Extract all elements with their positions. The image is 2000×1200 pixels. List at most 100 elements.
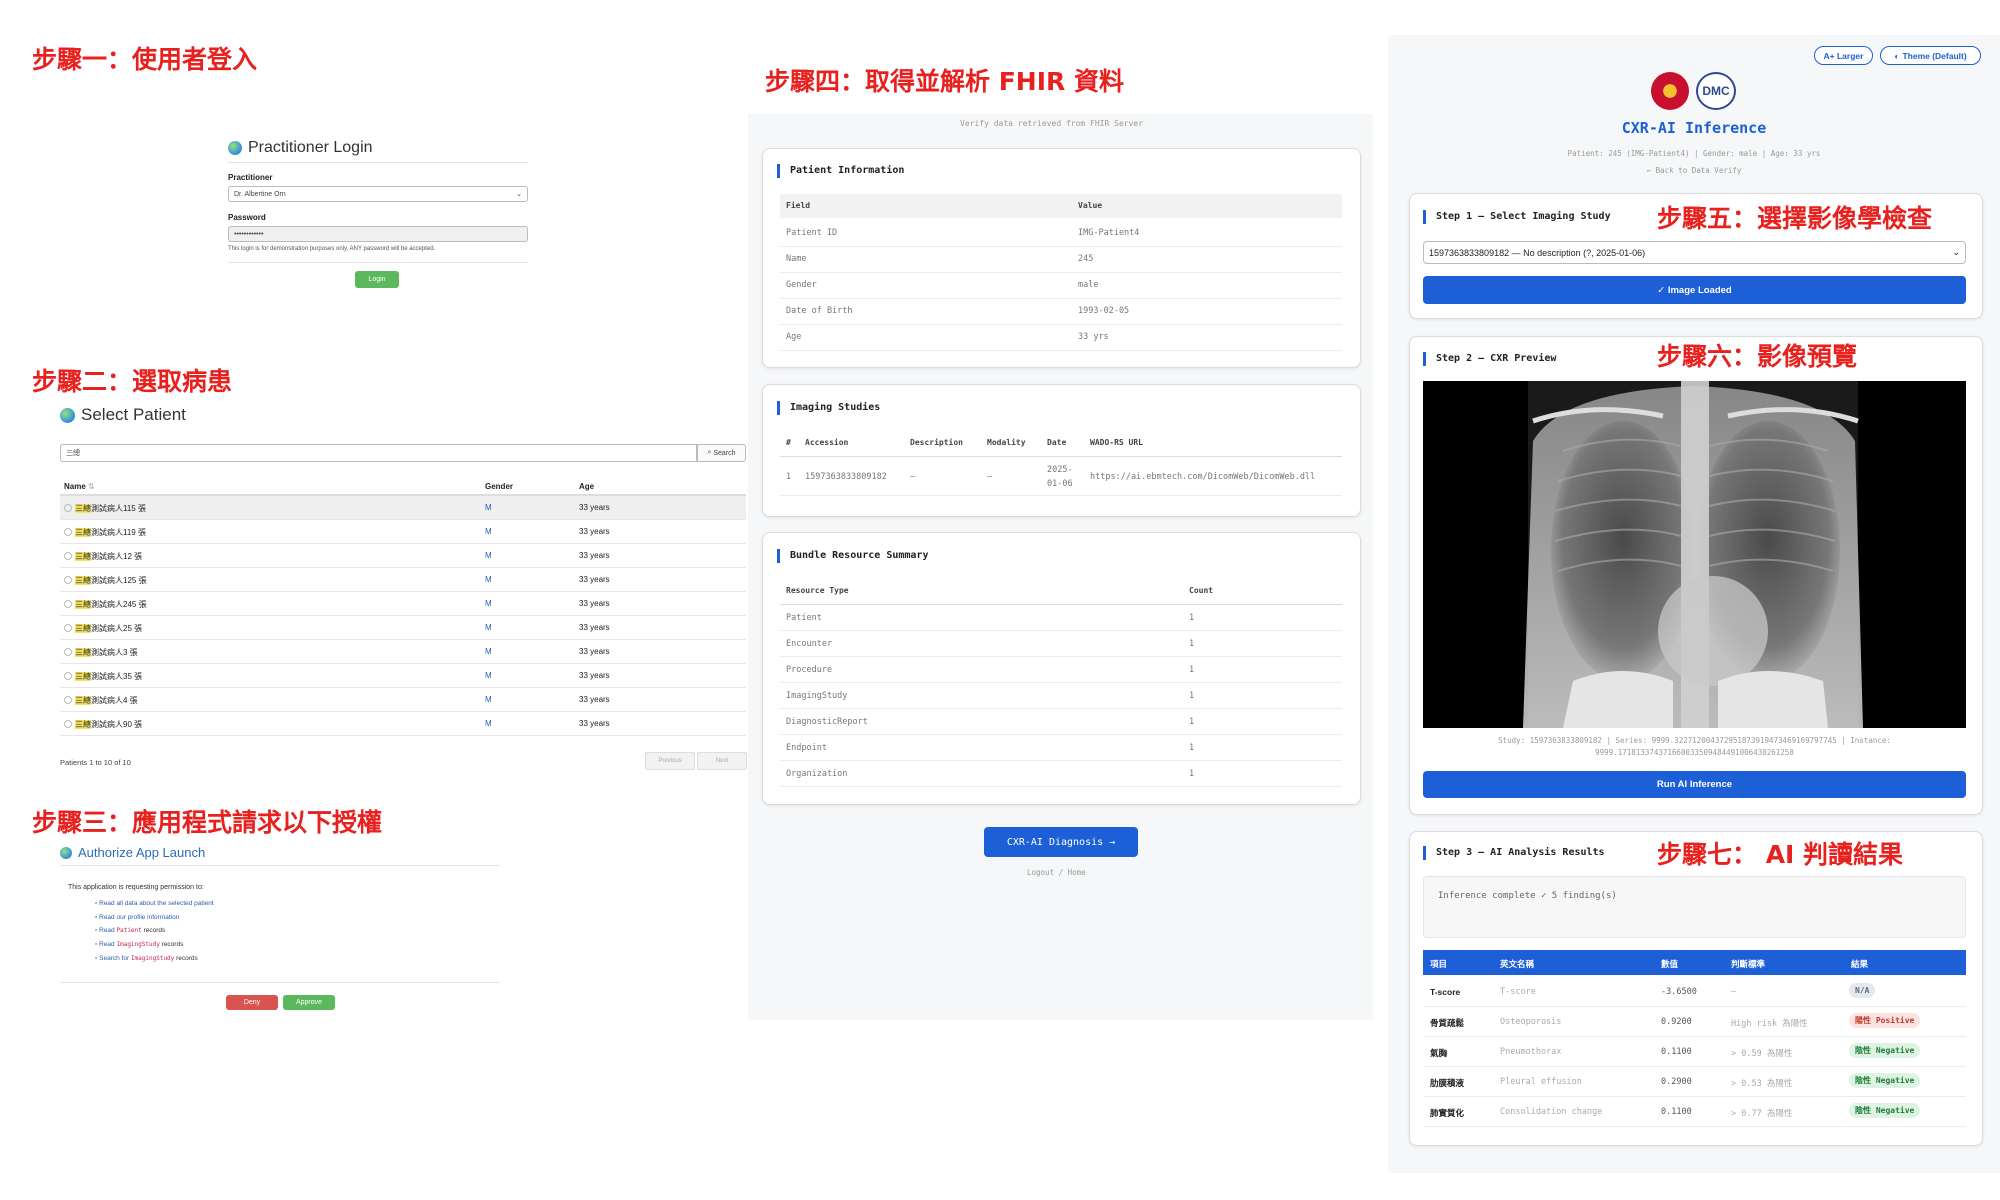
radio-icon[interactable] (64, 552, 72, 560)
resource-cell: Organization (786, 769, 848, 779)
result-item: 肋膜積液 (1430, 1078, 1465, 1088)
table-row[interactable]: 三總測試病人3 張 M 33 years (60, 640, 746, 664)
radio-icon[interactable] (64, 600, 72, 608)
table-row[interactable]: 三總測試病人125 張 M 33 years (60, 568, 746, 592)
col-modality: Modality (987, 438, 1026, 447)
previous-button[interactable]: Previous (645, 752, 695, 770)
col-resource-type: Resource Type (786, 586, 849, 595)
col-num: # (786, 438, 791, 447)
count-cell: 1 (1189, 639, 1195, 649)
results-table-header: 項目 英文名稱 數值 判斷標準 結果 (1423, 950, 1966, 975)
authorize-title: Authorize App Launch (78, 845, 206, 860)
imaging-cell: 01-06 (1047, 479, 1073, 489)
table-row[interactable]: 三總測試病人25 張 M 33 years (60, 616, 746, 640)
globe-icon (228, 141, 242, 155)
table-row[interactable]: 三總測試病人4 張 M 33 years (60, 688, 746, 712)
resource-cell: DiagnosticReport (786, 717, 868, 727)
step3-title: 步驟三：應用程式請求以下授權 (32, 808, 383, 837)
col-wado-url: WADO-RS URL (1090, 438, 1143, 447)
login-title: Practitioner Login (248, 139, 373, 156)
value-cell: 245 (1078, 254, 1094, 264)
radio-icon[interactable] (64, 720, 72, 728)
permission-item: ▫ Read all data about the selected patie… (95, 900, 214, 907)
result-criteria: > 0.59 為陽性 (1731, 1049, 1793, 1059)
table-row[interactable]: 三總測試病人115 張 M 33 years (60, 496, 746, 520)
authorize-heading: Authorize App Launch (60, 845, 205, 860)
radio-icon[interactable] (64, 624, 72, 632)
table-row[interactable]: 三總測試病人90 張 M 33 years (60, 712, 746, 736)
col-count: Count (1189, 586, 1214, 595)
dmc-logo-text: DMC (1702, 84, 1730, 98)
dmc-logo: DMC (1696, 72, 1736, 110)
radio-icon[interactable] (64, 696, 72, 704)
password-field[interactable]: •••••••••••• (228, 226, 528, 242)
table-row[interactable]: 三總測試病人35 張 M 33 years (60, 664, 746, 688)
cxr-title: CXR-AI Inference (1621, 119, 1767, 137)
col-accession: Accession (805, 438, 849, 447)
table-row[interactable]: 三總測試病人12 張 M 33 years (60, 544, 746, 568)
radio-icon[interactable] (64, 504, 72, 512)
col-age: Age (579, 482, 595, 491)
inference-status-box: Inference complete ✓ 5 finding(s) (1423, 876, 1966, 938)
result-value: -3.6500 (1661, 987, 1697, 997)
globe-icon (60, 846, 72, 859)
result-value: 0.2900 (1661, 1077, 1692, 1087)
count-cell: 1 (1189, 743, 1195, 753)
patient-info-card (762, 148, 1361, 368)
cxr-diagnosis-button[interactable]: CXR-AI Diagnosis → (984, 827, 1138, 857)
radio-icon[interactable] (64, 672, 72, 680)
table-row[interactable]: 三總測試病人119 張 M 33 years (60, 520, 746, 544)
login-note: This login is for demonstration purposes… (228, 246, 436, 252)
cxr-image-viewer[interactable] (1423, 381, 1966, 728)
resource-cell: Patient (786, 613, 822, 623)
next-button[interactable]: Next (697, 752, 747, 770)
deny-button[interactable]: Deny (226, 995, 278, 1010)
patient-search-input[interactable]: 三總 (60, 444, 697, 462)
col-name[interactable]: Name ⇅ (64, 482, 95, 491)
practitioner-select[interactable]: Dr. Albertine Orn ⌄ (228, 186, 528, 202)
theme-button[interactable]: ◐ Theme (Default) (1880, 46, 1981, 65)
result-value: 0.1100 (1661, 1047, 1692, 1057)
imaging-url-cell[interactable]: https://ai.ebmtech.com/DicomWeb/DicomWeb… (1090, 472, 1342, 482)
col-description: Description (910, 438, 963, 447)
radio-icon[interactable] (64, 576, 72, 584)
search-button[interactable]: ⌕ Search (697, 444, 746, 462)
larger-font-button[interactable]: A+ Larger (1814, 46, 1873, 65)
search-icon: ⌕ (707, 449, 712, 456)
hospital-logo-icon (1651, 72, 1689, 110)
count-cell: 1 (1189, 665, 1195, 675)
result-criteria: High risk 為陽性 (1731, 1019, 1808, 1029)
resource-cell: Procedure (786, 665, 833, 675)
result-value: 0.1100 (1661, 1107, 1692, 1117)
col-gender: Gender (485, 482, 514, 491)
result-badge: 陰性 Negative (1849, 1073, 1921, 1088)
theme-button-label: Theme (Default) (1902, 50, 1967, 61)
table-row[interactable]: 三總測試病人245 張 M 33 years (60, 592, 746, 616)
study-line-2: 9999.17181337437166003350948449100643026… (1595, 748, 1794, 757)
approve-button[interactable]: Approve (283, 995, 335, 1010)
run-ai-inference-button[interactable]: Run AI Inference (1423, 771, 1966, 798)
field-cell: Patient ID (786, 228, 838, 238)
value-cell: male (1078, 280, 1099, 290)
study-select-value: 1597363833809182 — No description (?, 20… (1429, 247, 1646, 258)
search-value: 三總 (66, 450, 80, 457)
count-cell: 1 (1189, 717, 1195, 727)
image-loaded-button[interactable]: ✓ Image Loaded (1423, 276, 1966, 304)
result-item: T-score (1430, 987, 1461, 997)
step1-card-title: Step 1 — Select Imaging Study (1423, 210, 1611, 224)
palette-icon: ◐ (1894, 50, 1900, 61)
chevron-down-icon: ⌄ (516, 191, 522, 198)
permission-item: ▫ Search for ImagingStudy records (95, 955, 198, 962)
imaging-study-select[interactable]: 1597363833809182 — No description (?, 20… (1423, 241, 1966, 264)
login-button[interactable]: Login (355, 271, 399, 288)
result-item: 肺實質化 (1430, 1108, 1465, 1118)
result-badge: 陽性 Positive (1849, 1013, 1921, 1028)
logout-home-links[interactable]: Logout / Home (1027, 868, 1086, 877)
sort-icon: ⇅ (88, 482, 95, 491)
radio-icon[interactable] (64, 528, 72, 536)
count-cell: 1 (1189, 691, 1195, 701)
radio-icon[interactable] (64, 648, 72, 656)
practitioner-value: Dr. Albertine Orn (234, 190, 286, 198)
permission-item: ▫ Read our profile information (95, 914, 180, 921)
back-to-verify-link[interactable]: ← Back to Data Verify (1388, 166, 2000, 175)
